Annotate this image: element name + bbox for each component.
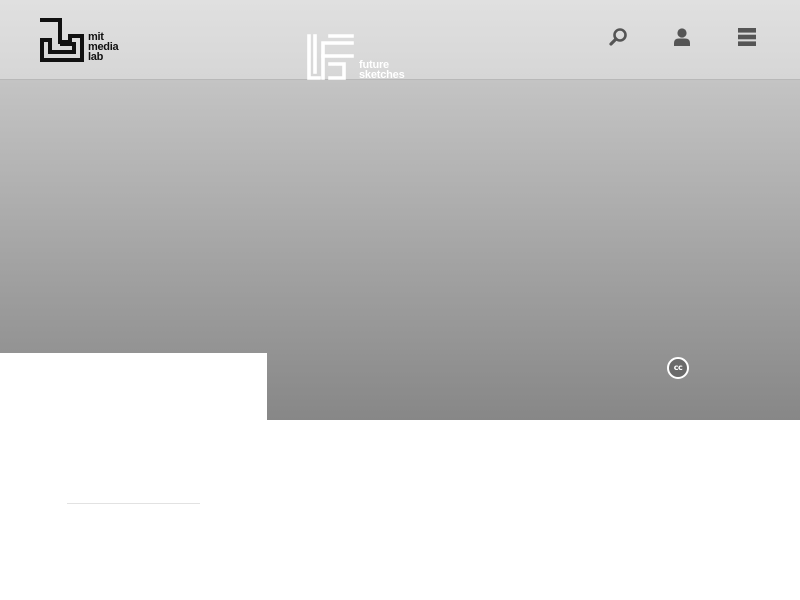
media-lab-wordmark: mit media lab xyxy=(88,32,119,63)
user-icon xyxy=(674,28,690,46)
future-sketches-logo-icon xyxy=(307,34,354,80)
menu-icon xyxy=(738,28,756,46)
menu-button[interactable] xyxy=(735,24,759,50)
future-sketches-wordmark: future sketches xyxy=(359,60,405,81)
search-icon xyxy=(609,28,627,46)
content-divider xyxy=(67,503,200,504)
hero-image: cc xyxy=(0,80,800,423)
media-lab-logo-icon xyxy=(40,18,84,62)
future-sketches-logo[interactable]: future sketches xyxy=(306,34,405,81)
media-lab-logo[interactable]: mit media lab xyxy=(40,18,119,63)
creative-commons-badge[interactable]: cc xyxy=(667,357,689,379)
page: mit media lab future sketches cc xyxy=(0,0,800,600)
user-button[interactable] xyxy=(670,24,694,50)
future-sketches-wordmark-line-2: sketches xyxy=(359,69,405,81)
search-button[interactable] xyxy=(606,24,630,50)
media-lab-wordmark-line-3: lab xyxy=(88,51,103,63)
hero-caption-panel xyxy=(0,353,267,423)
